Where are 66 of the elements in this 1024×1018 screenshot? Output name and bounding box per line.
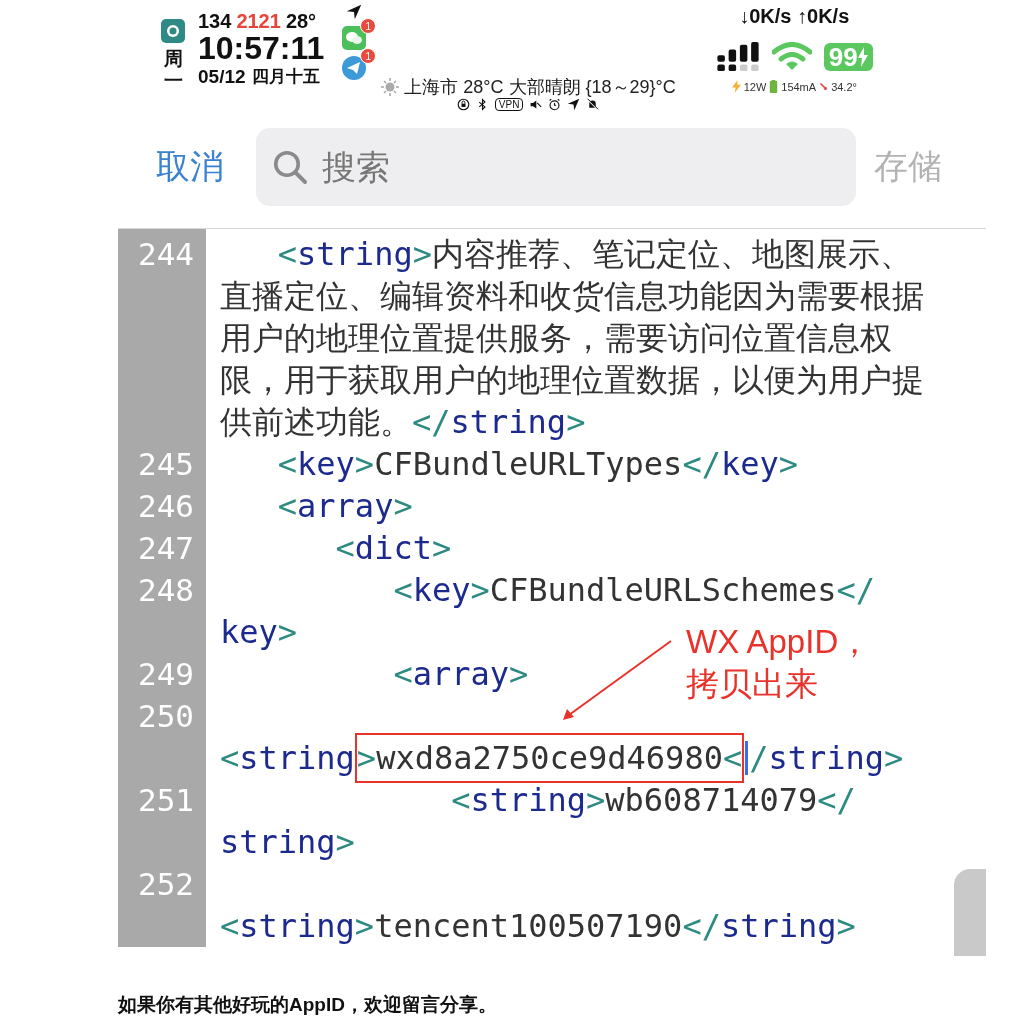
date-text: 05/12 xyxy=(198,65,246,89)
code-line: 直播定位、编辑资料和收货信息功能因为需要根据 xyxy=(220,276,924,316)
code-line: <string>tencent100507190</string> xyxy=(220,906,856,946)
counter-text: 134 xyxy=(198,10,232,32)
notification-badge: 1 xyxy=(360,48,377,64)
annotation-text: 拷贝出来 xyxy=(686,664,819,704)
code-line: <key>CFBundleURLSchemes</ xyxy=(393,570,876,610)
caption-text: 如果你有其他好玩的AppID，欢迎留言分享。 xyxy=(118,993,498,1017)
mute-speaker-icon xyxy=(529,98,543,111)
thermometer-icon xyxy=(819,80,829,93)
line-number: 250 xyxy=(138,696,194,736)
line-number: 249 xyxy=(138,654,194,694)
counter-text: 2121 xyxy=(236,10,281,32)
line-number: 251 xyxy=(138,780,194,820)
save-button[interactable]: 存储 xyxy=(874,144,942,190)
signal-icon xyxy=(715,42,760,72)
line-number: 245 xyxy=(138,444,194,484)
wifi-icon xyxy=(771,42,812,72)
location-arrow-icon xyxy=(567,98,581,111)
sun-icon xyxy=(380,77,401,97)
line-number: 248 xyxy=(138,570,194,610)
notification-badge: 1 xyxy=(360,18,377,34)
vpn-indicator: VPN xyxy=(494,98,524,111)
cancel-button[interactable]: 取消 xyxy=(156,144,236,190)
power-reading: 12W xyxy=(743,80,767,93)
annotation-text: WX AppID， xyxy=(686,622,872,662)
location-arrow-icon xyxy=(346,4,363,20)
code-line: key> xyxy=(220,612,298,652)
line-number: 244 xyxy=(138,234,194,274)
chat-app-icon[interactable] xyxy=(342,26,367,50)
code-line: <array> xyxy=(277,486,413,526)
silent-bell-icon xyxy=(586,98,600,111)
code-line: string> xyxy=(220,822,355,862)
battery-percent: 99 xyxy=(828,43,858,71)
alarm-clock-icon xyxy=(548,98,562,111)
app-icon[interactable] xyxy=(161,18,185,44)
code-line: <array> xyxy=(393,654,529,694)
current-reading: 154mA xyxy=(781,80,817,93)
code-line: 限，用于获取用户的地理位置数据，以便为用户提 xyxy=(220,360,924,400)
code-line: <key>CFBundleURLTypes</key> xyxy=(277,444,798,484)
code-line: 用户的地理位置提供服务，需要访问位置信息权 xyxy=(220,318,892,358)
paper-plane-app-icon[interactable] xyxy=(342,56,367,80)
line-number: 247 xyxy=(138,528,194,568)
clock-time: 10:57:11 xyxy=(198,32,325,64)
code-line: <string xyxy=(220,738,355,778)
search-icon xyxy=(272,149,308,185)
text-cursor xyxy=(745,741,749,775)
weekday-text: 周一 xyxy=(163,48,183,92)
highlighted-code: >wxd8a2750ce9d46980< xyxy=(354,733,745,783)
search-field[interactable]: 搜索 xyxy=(256,128,856,206)
code-line: <string>wb608714079</ xyxy=(451,780,856,820)
temperature-reading: 34.2° xyxy=(831,80,857,93)
battery-icon xyxy=(769,80,779,93)
scrollbar-thumb[interactable] xyxy=(954,869,986,956)
code-line: <dict> xyxy=(335,528,452,568)
line-number: 252 xyxy=(138,864,194,904)
lightning-icon xyxy=(731,80,741,93)
code-line: /string> xyxy=(749,738,904,778)
counter-text: 28° xyxy=(285,10,317,32)
line-number: 246 xyxy=(138,486,194,526)
rotation-lock-icon xyxy=(456,98,470,111)
code-line: 供前述功能。</string> xyxy=(220,402,586,442)
weather-text: 上海市 28°C 大部晴朗 {18～29}°C xyxy=(404,76,676,98)
code-line: <string>内容推荐、笔记定位、地图展示、 xyxy=(277,234,912,274)
network-speed: ↓0K/s ↑0K/s xyxy=(739,4,850,28)
lunar-date: 四月十五 xyxy=(251,66,320,88)
